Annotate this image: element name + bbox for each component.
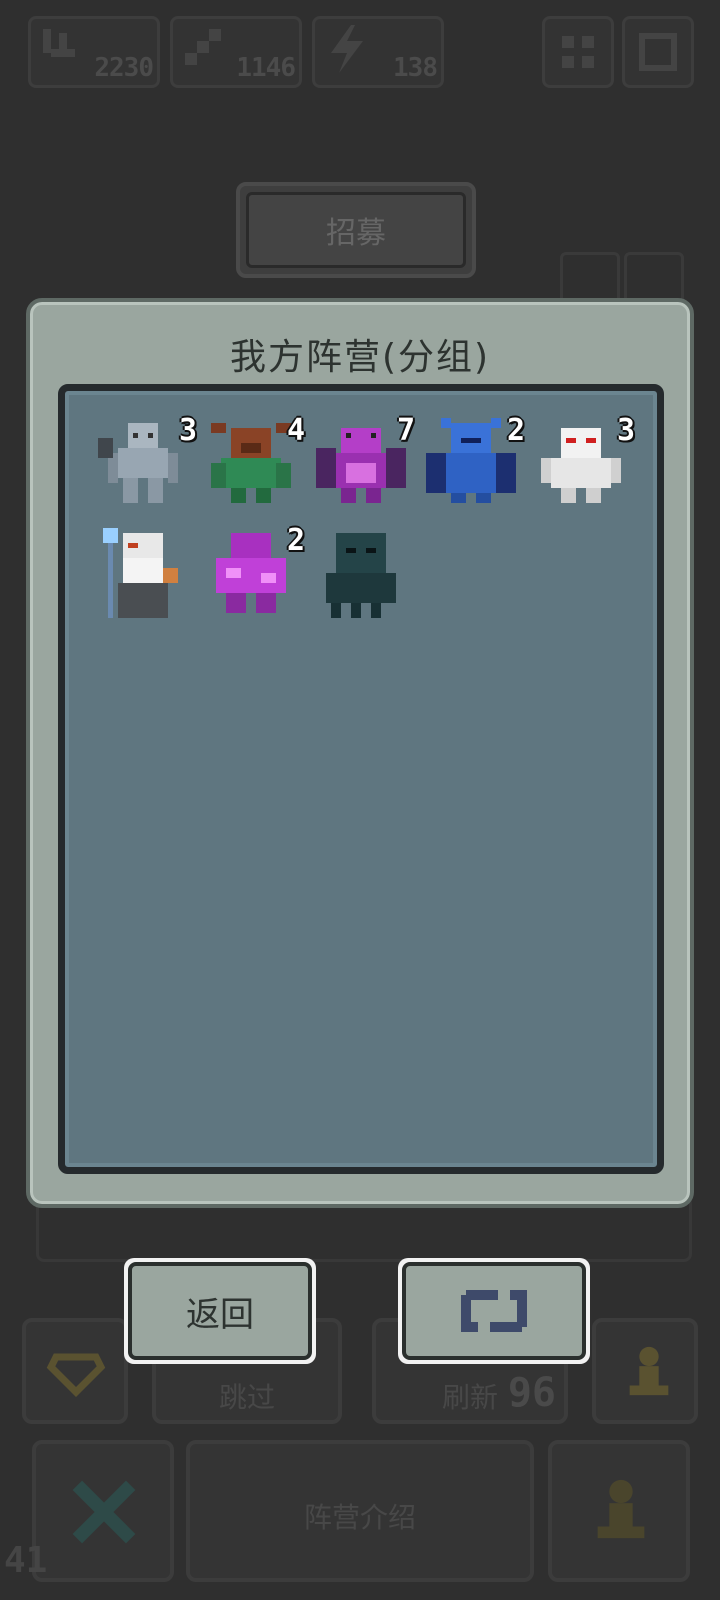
unit-count: 3 [616, 413, 635, 448]
back-button[interactable]: 返回 [124, 1258, 316, 1364]
unit-dark-cthulhu[interactable] [311, 523, 419, 631]
resource-swords: 1146 [170, 16, 302, 88]
resource-value: 1146 [236, 53, 296, 83]
unit-count: 2 [506, 413, 525, 448]
dagger-icon [43, 29, 75, 57]
recruit-button[interactable]: 招募 [236, 182, 476, 278]
refresh-cost: 96 [507, 1370, 556, 1416]
counter: 41 [4, 1540, 48, 1581]
pawn-button[interactable] [548, 1440, 690, 1582]
unit-count: 3 [178, 413, 197, 448]
menu-button[interactable] [622, 16, 694, 88]
unit-purple-dragon[interactable]: 7 [311, 413, 419, 521]
swap-button[interactable] [398, 1258, 590, 1364]
modal-title: 我方阵营(分组) [229, 337, 491, 378]
back-label: 返回 [128, 1262, 312, 1360]
skip-label: 跳过 [218, 1381, 275, 1414]
unit-white-yeti[interactable]: 3 [531, 413, 639, 521]
resource-value: 138 [393, 53, 438, 83]
resource-daggers: 2230 [28, 16, 160, 88]
unit-roster: 3 4 7 2 3 2 [58, 384, 664, 1174]
gem-icon [46, 1353, 106, 1397]
gem-button[interactable] [22, 1318, 128, 1424]
close-icon [72, 1480, 136, 1544]
resource-energy: 138 [312, 16, 444, 88]
pawn-icon [597, 1479, 645, 1539]
unit-stone-gargoyle[interactable]: 3 [93, 413, 201, 521]
recruit-label: 招募 [246, 192, 466, 268]
cthulhu-sprite [326, 533, 396, 618]
lightning-icon [331, 25, 363, 73]
grid-icon [562, 36, 594, 68]
unit-count: 2 [286, 523, 305, 558]
hero-button[interactable] [592, 1318, 698, 1424]
grid-button[interactable] [542, 16, 614, 88]
pawn-icon [629, 1346, 669, 1396]
unit-horned-minotaur[interactable]: 4 [201, 413, 309, 521]
unit-count: 4 [286, 413, 305, 448]
resource-value: 2230 [94, 53, 154, 83]
camp-intro-button[interactable]: 阵营介绍 [186, 1440, 534, 1582]
wizard-sprite [103, 528, 178, 618]
menu-icon [639, 33, 677, 71]
sword-icon [185, 29, 221, 65]
swap-icon [461, 1290, 527, 1332]
unit-white-beard-wizard[interactable] [93, 523, 201, 631]
camp-intro-label: 阵营介绍 [303, 1501, 416, 1534]
faction-modal: 我方阵营(分组) 3 4 7 2 3 2 [26, 298, 694, 1208]
close-button[interactable] [32, 1440, 174, 1582]
unit-purple-crystal-golem[interactable]: 2 [201, 523, 309, 631]
swap-button-face [402, 1262, 586, 1360]
unit-count: 7 [396, 413, 415, 448]
unit-blue-demon[interactable]: 2 [421, 413, 529, 521]
